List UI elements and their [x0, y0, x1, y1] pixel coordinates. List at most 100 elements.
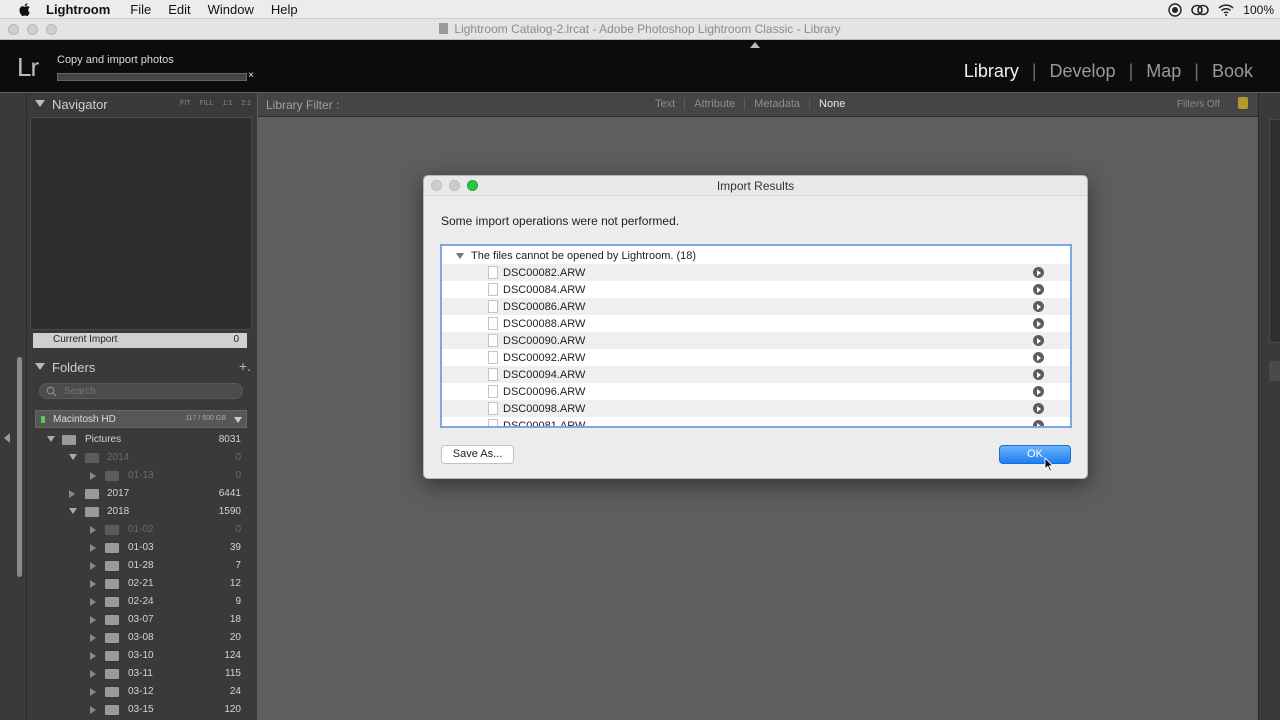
filter-metadata[interactable]: Metadata — [745, 98, 811, 110]
disclosure-down-icon[interactable] — [69, 508, 77, 514]
disclosure-right-icon[interactable] — [69, 490, 75, 498]
folder-row[interactable]: 03-11 115 — [27, 665, 257, 683]
disclosure-right-icon[interactable] — [90, 598, 96, 606]
folder-row[interactable]: 01-13 0 — [27, 467, 257, 485]
zoom-1-1[interactable]: 1:1 — [223, 100, 233, 107]
cancel-import-icon[interactable]: × — [248, 70, 254, 81]
folder-row[interactable]: 03-12 24 — [27, 683, 257, 701]
disclosure-right-icon[interactable] — [90, 562, 96, 570]
go-to-file-arrow-icon[interactable] — [1033, 403, 1044, 414]
file-name: DSC00090.ARW — [503, 335, 586, 347]
file-row[interactable]: DSC00096.ARW — [442, 383, 1070, 400]
file-row[interactable]: DSC00088.ARW — [442, 315, 1070, 332]
volume-expand-icon[interactable] — [234, 417, 242, 423]
disclosure-right-icon[interactable] — [90, 634, 96, 642]
folder-count: 120 — [224, 704, 241, 715]
disclosure-down-icon[interactable] — [47, 436, 55, 442]
disclosure-right-icon[interactable] — [90, 652, 96, 660]
file-row[interactable]: DSC00086.ARW — [442, 298, 1070, 315]
module-library[interactable]: Library — [951, 61, 1032, 82]
go-to-file-arrow-icon[interactable] — [1033, 420, 1044, 426]
zoom-2-1[interactable]: 2:1 — [241, 100, 251, 107]
menu-lightroom[interactable]: Lightroom — [46, 2, 110, 17]
folder-row[interactable]: 03-15 120 — [27, 701, 257, 719]
module-map[interactable]: Map — [1133, 61, 1194, 82]
folder-row[interactable]: 01-03 39 — [27, 539, 257, 557]
file-row[interactable]: DSC00092.ARW — [442, 349, 1070, 366]
folder-row[interactable]: 01-02 0 — [27, 521, 257, 539]
go-to-file-arrow-icon[interactable] — [1033, 335, 1044, 346]
folder-icon — [105, 561, 119, 571]
current-import-row[interactable]: Current Import 0 — [33, 333, 247, 348]
menu-help[interactable]: Help — [271, 2, 298, 17]
disclosure-right-icon[interactable] — [90, 526, 96, 534]
ok-button[interactable]: OK — [999, 445, 1071, 464]
folder-name: 01-13 — [128, 470, 154, 481]
go-to-file-arrow-icon[interactable] — [1033, 284, 1044, 295]
folder-icon — [62, 435, 76, 445]
go-to-file-arrow-icon[interactable] — [1033, 301, 1044, 312]
folder-row[interactable]: Pictures 8031 — [27, 431, 257, 449]
apple-menu-icon[interactable] — [18, 2, 32, 17]
filter-text[interactable]: Text — [646, 98, 686, 110]
file-row[interactable]: DSC00084.ARW — [442, 281, 1070, 298]
folder-row[interactable]: 2014 0 — [27, 449, 257, 467]
menu-edit[interactable]: Edit — [168, 2, 190, 17]
module-book[interactable]: Book — [1199, 61, 1266, 82]
module-develop[interactable]: Develop — [1037, 61, 1129, 82]
folder-row[interactable]: 03-07 18 — [27, 611, 257, 629]
disclosure-down-icon[interactable] — [69, 454, 77, 460]
folder-name: 03-08 — [128, 632, 154, 643]
zoom-fill[interactable]: FILL — [200, 100, 214, 107]
file-row[interactable]: DSC00094.ARW — [442, 366, 1070, 383]
wifi-icon[interactable] — [1218, 3, 1234, 16]
filter-none[interactable]: None — [810, 98, 854, 110]
error-group-row[interactable]: The files cannot be opened by Lightroom.… — [442, 247, 1070, 264]
folder-row[interactable]: 03-10 124 — [27, 647, 257, 665]
folder-row[interactable]: 02-21 12 — [27, 575, 257, 593]
disclosure-right-icon[interactable] — [90, 472, 96, 480]
right-panel-header[interactable] — [1269, 361, 1280, 381]
disclosure-right-icon[interactable] — [90, 688, 96, 696]
creative-cloud-icon[interactable] — [1191, 4, 1210, 16]
filter-attribute[interactable]: Attribute — [685, 98, 746, 110]
go-to-file-arrow-icon[interactable] — [1033, 369, 1044, 380]
folder-row[interactable]: 2018 1590 — [27, 503, 257, 521]
file-row[interactable]: DSC00082.ARW — [442, 264, 1070, 281]
folder-row[interactable]: 2017 6441 — [27, 485, 257, 503]
folder-row[interactable]: 02-24 9 — [27, 593, 257, 611]
go-to-file-arrow-icon[interactable] — [1033, 352, 1044, 363]
menu-file[interactable]: File — [130, 2, 151, 17]
record-icon[interactable] — [1168, 2, 1182, 17]
file-row[interactable]: DSC00081.ARW — [442, 417, 1070, 426]
navigator-header[interactable]: Navigator FIT FILL 1:1 2:1 — [27, 93, 257, 115]
go-to-file-arrow-icon[interactable] — [1033, 386, 1044, 397]
file-row[interactable]: DSC00098.ARW — [442, 400, 1070, 417]
disclosure-right-icon[interactable] — [90, 616, 96, 624]
disclosure-right-icon[interactable] — [90, 670, 96, 678]
left-panel-collapse-icon[interactable] — [4, 433, 10, 443]
folder-search-input[interactable]: Search — [39, 383, 243, 399]
folder-row[interactable]: 03-08 20 — [27, 629, 257, 647]
group-expand-icon[interactable] — [456, 253, 464, 259]
folders-header[interactable]: Folders +. — [27, 356, 257, 378]
folders-title: Folders — [52, 360, 96, 375]
file-row[interactable]: DSC00090.ARW — [442, 332, 1070, 349]
go-to-file-arrow-icon[interactable] — [1033, 267, 1044, 278]
menu-window[interactable]: Window — [208, 2, 254, 17]
zoom-fit[interactable]: FIT — [180, 100, 191, 107]
disclosure-right-icon[interactable] — [90, 580, 96, 588]
disclosure-right-icon[interactable] — [90, 706, 96, 714]
filters-off-dropdown[interactable]: Filters Off — [1177, 99, 1220, 110]
save-as-button[interactable]: Save As... — [441, 445, 514, 464]
folder-row[interactable]: 01-28 7 — [27, 557, 257, 575]
volume-row[interactable]: Macintosh HD 117 / 500 GB — [35, 410, 247, 428]
add-folder-icon[interactable]: +. — [239, 358, 251, 374]
folder-count: 20 — [229, 632, 241, 643]
go-to-file-arrow-icon[interactable] — [1033, 318, 1044, 329]
left-panel-scrollbar[interactable] — [17, 357, 22, 577]
lock-icon[interactable] — [1238, 97, 1248, 109]
top-panel-toggle-icon[interactable] — [750, 42, 760, 48]
disclosure-right-icon[interactable] — [90, 544, 96, 552]
import-results-list[interactable]: The files cannot be opened by Lightroom.… — [440, 244, 1072, 428]
